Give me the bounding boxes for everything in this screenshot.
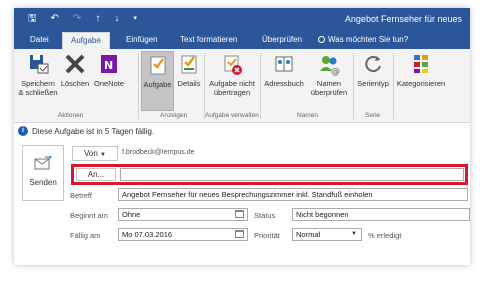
tab-aufgabe[interactable]: Aufgabe [62, 32, 110, 49]
start-date-input[interactable]: Ohne [118, 208, 248, 221]
priority-value: Normal [296, 230, 321, 239]
due-date-label: Fällig am [70, 231, 101, 240]
svg-text:@: @ [331, 67, 340, 77]
priority-select[interactable]: Normal ▼ [292, 228, 362, 241]
ribbon-divider [353, 53, 354, 119]
from-label: Von [84, 149, 98, 158]
group-label-aktionen: Aktionen [58, 112, 84, 119]
save-close-label: Speichern & schließen [18, 79, 58, 97]
details-icon [176, 51, 202, 77]
subject-input[interactable]: Angebot Fernseher für neues Besprechungs… [118, 188, 468, 201]
recurrence-icon [360, 51, 386, 77]
save-close-icon [25, 51, 51, 77]
group-label-namen: Namen [297, 112, 318, 119]
ribbon-tabs: Datei Aufgabe Einfügen Text formatieren … [14, 32, 470, 49]
cancel-assignment-label: Aufgabe nicht übertragen [209, 79, 255, 97]
due-date-value: Mo 07.03.2016 [122, 230, 173, 239]
delete-button[interactable]: Löschen [60, 51, 90, 111]
from-button[interactable]: Von ▼ [72, 146, 118, 161]
title-bar: 🖫 ↶ ↷ ↑ ↓ ▾ Angebot Fernseher für neues [14, 8, 470, 32]
start-date-label: Beginnt am [70, 211, 108, 220]
cancel-assignment-button[interactable]: Aufgabe nicht übertragen [206, 51, 258, 111]
chevron-down-icon: ▼ [100, 152, 106, 158]
status-value: Nicht begonnen [296, 210, 349, 219]
window-title: Angebot Fernseher für neues [344, 14, 462, 24]
customize-toolbar-icon[interactable]: ▾ [133, 12, 137, 26]
cancel-assignment-icon [219, 51, 245, 77]
task-view-button[interactable]: Aufgabe [141, 51, 174, 111]
info-icon: i [18, 126, 28, 136]
group-label-aufgabe-verwalten: Aufgabe verwalten [205, 112, 259, 119]
task-view-label: Aufgabe [143, 80, 172, 89]
info-bar: i Diese Aufgabe ist in 5 Tagen fällig. [18, 126, 154, 136]
status-select[interactable]: Nicht begonnen [292, 208, 470, 221]
address-book-icon [271, 51, 297, 77]
next-item-icon[interactable]: ↓ [114, 12, 119, 26]
check-names-label: Namen überprüfen [310, 79, 348, 97]
group-label-anzeigen: Anzeigen [160, 112, 188, 119]
delete-icon [62, 51, 88, 77]
recurrence-button[interactable]: Serientyp [355, 51, 391, 111]
calendar-icon[interactable] [235, 230, 244, 238]
address-book-label: Adressbuch [264, 79, 304, 88]
chevron-down-icon: ▼ [351, 231, 357, 237]
ribbon-divider [393, 53, 394, 119]
tab-text-formatieren[interactable]: Text formatieren [172, 32, 245, 49]
priority-label: Priorität [254, 231, 280, 240]
subject-label: Betreff [70, 191, 92, 200]
start-date-value: Ohne [122, 210, 141, 219]
onenote-icon: N [96, 51, 122, 77]
tab-ueberpruefen[interactable]: Überprüfen [254, 32, 310, 49]
percent-done-label: % erledigt [368, 231, 402, 240]
send-button[interactable]: Senden [22, 145, 64, 201]
ribbon-divider [204, 53, 205, 119]
due-date-input[interactable]: Mo 07.03.2016 [118, 228, 248, 241]
address-book-button[interactable]: Adressbuch [262, 51, 306, 111]
details-button[interactable]: Details [175, 51, 203, 111]
status-label: Status [254, 211, 276, 220]
categorize-icon [408, 51, 434, 77]
recurrence-label: Serientyp [357, 79, 389, 88]
delete-label: Löschen [60, 79, 90, 88]
svg-text:N: N [104, 59, 113, 72]
task-checklist-icon [145, 52, 171, 78]
categorize-label: Kategorisieren [396, 79, 446, 88]
tell-me-box[interactable]: Was möchten Sie tun? [318, 32, 408, 49]
info-text: Diese Aufgabe ist in 5 Tagen fällig. [32, 126, 155, 136]
previous-item-icon[interactable]: ↑ [95, 12, 100, 26]
save-icon[interactable]: 🖫 [28, 12, 37, 26]
check-names-button[interactable]: @ Namen überprüfen [307, 51, 351, 111]
send-label: Senden [29, 178, 57, 187]
onenote-label: OneNote [93, 79, 125, 88]
from-value: f.brodbeck@tempus.de [122, 149, 195, 156]
ribbon: Speichern & schließen Löschen N OneNote … [14, 49, 470, 123]
tab-einfuegen[interactable]: Einfügen [118, 32, 166, 49]
calendar-icon[interactable] [235, 210, 244, 218]
onenote-button[interactable]: N OneNote [91, 51, 127, 111]
task-window: 🖫 ↶ ↷ ↑ ↓ ▾ Angebot Fernseher für neues … [14, 8, 470, 265]
tab-datei[interactable]: Datei [22, 32, 57, 49]
save-close-button[interactable]: Speichern & schließen [16, 51, 60, 111]
ribbon-divider [260, 53, 261, 119]
ribbon-divider [138, 53, 139, 119]
redo-icon[interactable]: ↷ [73, 12, 81, 26]
to-field-highlight [71, 164, 468, 185]
categorize-button[interactable]: Kategorisieren [395, 51, 447, 111]
undo-icon[interactable]: ↶ [51, 12, 59, 26]
check-names-icon: @ [316, 51, 342, 77]
lightbulb-icon [318, 36, 325, 43]
group-label-serie: Serie [365, 112, 381, 119]
quick-access-toolbar: 🖫 ↶ ↷ ↑ ↓ ▾ [28, 12, 137, 26]
details-label: Details [177, 79, 201, 88]
send-envelope-icon [33, 153, 53, 170]
tell-me-label: Was möchten Sie tun? [328, 35, 409, 44]
